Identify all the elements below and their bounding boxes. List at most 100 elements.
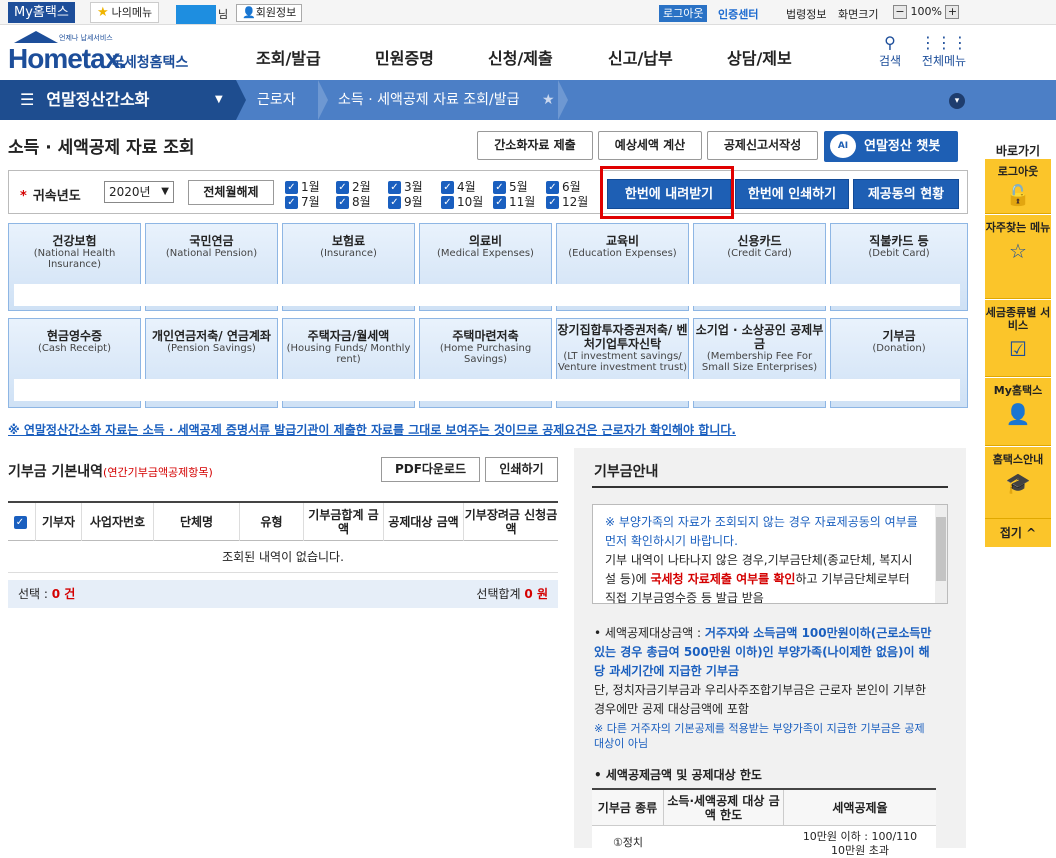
selected-count: 선택 : 0 건	[18, 587, 76, 601]
chatbot-label: 연말정산 챗봇	[864, 139, 941, 154]
logo-korean: 국세청홈택스	[111, 55, 189, 71]
gnb-consult[interactable]: 상담/제보	[727, 45, 792, 69]
grow1-type: ①정치	[612, 836, 644, 849]
year-select[interactable]: 2020년 ▼	[104, 181, 174, 203]
col-incentive-amount: 기부장려금 신청금액	[464, 508, 558, 536]
gcol-limit: 소득·세액공제 대상 금액 한도	[664, 790, 784, 826]
submit-simplified-data-button[interactable]: 간소화자료 제출	[477, 131, 593, 160]
checkbox-checked-icon: ✓	[388, 181, 401, 194]
pdf-download-button[interactable]: PDF다운로드	[381, 457, 480, 482]
selected-sum: 선택합계 0 원	[476, 587, 548, 601]
month-checkbox-3[interactable]: ✓ 3월	[388, 180, 423, 195]
selection-summary: 선택 : 0 건 선택합계 0 원	[8, 580, 558, 608]
chevron-down-icon: ▼	[161, 186, 169, 197]
guide-notice-2: 기부 내역이 나타나지 않은 경우,기부금단체(종교단체, 복지시설 등)에 국…	[605, 553, 913, 605]
checkbox-icon: ☑	[1009, 337, 1027, 361]
year-select-value: 2020년	[109, 185, 151, 199]
user-name-redacted	[176, 5, 216, 24]
checkbox-checked-icon: ✓	[388, 196, 401, 209]
checkbox-checked-icon: ✓	[285, 196, 298, 209]
guide-notice-1: ※ 부양가족의 자료가 조회되지 않는 경우 자료제공동의 여부를 먼저 확인하…	[605, 515, 918, 548]
user-suffix: 님	[218, 8, 229, 21]
search-button[interactable]: ⚲ 검색	[872, 34, 908, 69]
zoom-out-button[interactable]: −	[893, 5, 907, 19]
quick-fold-button[interactable]: 접기 ^	[985, 519, 1051, 547]
month-checkbox-11[interactable]: ✓ 11월	[493, 195, 535, 210]
zoom-value: 100%	[910, 5, 942, 18]
guide-scrollbar[interactable]	[935, 505, 947, 603]
checkbox-checked-icon: ✓	[336, 181, 349, 194]
guide-info-exception: 단, 정치자금기부금과 우리사주조합기부금은 근로자 본인이 기부한 경우에만 …	[594, 683, 927, 716]
logout-button[interactable]: 로그아웃	[659, 5, 708, 22]
gcol-rate: 세액공제율	[784, 790, 936, 826]
month-checkbox-10[interactable]: ✓ 10월	[441, 195, 483, 210]
breadcrumb-current[interactable]: 소득 · 세액공제 자료 조회/발급	[338, 80, 520, 120]
highlight-box	[600, 166, 734, 219]
month-checkbox-1[interactable]: ✓ 1월	[285, 180, 320, 195]
favorite-star-icon[interactable]: ★	[542, 80, 555, 120]
breadcrumb-worker[interactable]: 근로자	[257, 80, 296, 120]
my-menu-link[interactable]: ★ 나의메뉴	[90, 2, 160, 23]
gnb-apply[interactable]: 신청/제출	[488, 45, 553, 69]
guide-title: 기부금안내	[594, 464, 659, 480]
month-checkbox-4[interactable]: ✓ 4월	[441, 180, 476, 195]
donation-section-subtitle: (연간기부금액공제항목)	[103, 466, 213, 479]
nav-current-menu[interactable]: ☰ 연말정산간소화 ▼	[0, 80, 236, 120]
unlock-icon: 🔓	[1005, 183, 1031, 207]
logo-tagline: 언제나 납세서비스	[59, 34, 113, 42]
quick-hometax-guide[interactable]: 홈택스안내 🎓	[985, 447, 1051, 519]
logo-wordmark: Hometax.	[8, 43, 127, 74]
zoom-in-button[interactable]: +	[945, 5, 960, 19]
col-donor: 기부자	[36, 503, 82, 541]
chatbot-button[interactable]: AI 연말정산 챗봇	[824, 131, 958, 162]
quick-frequent-menu[interactable]: 자주찾는 메뉴 ☆	[985, 215, 1051, 299]
month-checkbox-8[interactable]: ✓ 8월	[336, 195, 371, 210]
quick-my-hometax[interactable]: My홈택스 👤	[985, 378, 1051, 446]
gnb-inquiry[interactable]: 조회/발급	[256, 45, 321, 69]
month-checkbox-7[interactable]: ✓ 7월	[285, 195, 320, 210]
hometax-logo[interactable]: 언제나 납세서비스 Hometax. 국세청홈택스	[8, 31, 193, 75]
scrollbar-thumb[interactable]	[936, 517, 946, 581]
select-all-checkbox[interactable]: ✓	[8, 503, 36, 541]
all-menu-button[interactable]: ⋮⋮⋮ 전체메뉴	[918, 34, 970, 69]
month-checkbox-5[interactable]: ✓ 5월	[493, 180, 528, 195]
law-info-link[interactable]: 법령정보	[786, 6, 826, 22]
nav-separator	[318, 80, 328, 120]
checkbox-checked-icon: ✓	[285, 181, 298, 194]
disclaimer-notice[interactable]: ※ 연말정산간소화 자료는 소득 · 세액공제 증명서류 발급기관이 제출한 자…	[8, 421, 736, 438]
donation-guide-panel: 기부금안내 ※ 부양가족의 자료가 조회되지 않는 경우 자료제공동의 여부를 …	[574, 448, 966, 857]
month-checkbox-12[interactable]: ✓ 12월	[546, 195, 588, 210]
gnb-report[interactable]: 신고/납부	[608, 45, 673, 69]
my-menu-label: 나의메뉴	[111, 6, 153, 19]
quick-tax-service[interactable]: 세금종류별 서비스 ☑	[985, 300, 1051, 377]
quick-menu: 바로가기 로그아웃 🔓 자주찾는 메뉴 ☆ 세금종류별 서비스 ☑ My홈택스 👤 홈택…	[985, 134, 1051, 549]
print-all-button[interactable]: 한번에 인쇄하기	[735, 179, 849, 209]
search-icon: ⚲	[884, 33, 896, 52]
guide-notice-box[interactable]: ※ 부양가족의 자료가 조회되지 않는 경우 자료제공동의 여부를 먼저 확인하…	[592, 504, 948, 605]
member-info-button[interactable]: 👤회원정보	[236, 4, 303, 22]
gnb-certificates[interactable]: 민원증명	[375, 45, 434, 69]
donation-section-title: 기부금 기본내역(연간기부금액공제항목)	[8, 464, 213, 480]
deselect-all-months-button[interactable]: 전체월해제	[188, 180, 274, 205]
guide-info-deductible: • 세액공제대상금액 : 거주자와 소득금액 100만원이하(근로소득만 있는 …	[594, 626, 932, 678]
print-button[interactable]: 인쇄하기	[485, 457, 558, 482]
screen-size-label: 화면크기	[838, 8, 879, 21]
month-checkbox-6[interactable]: ✓ 6월	[546, 180, 581, 195]
myhometax-link[interactable]: My홈택스	[8, 2, 75, 23]
quick-logout[interactable]: 로그아웃 🔓	[985, 159, 1051, 214]
page-title: 소득 · 세액공제 자료 조회	[8, 138, 195, 158]
provider-consent-status-button[interactable]: 제공동의 현황	[853, 179, 959, 209]
write-deduction-form-button[interactable]: 공제신고서작성	[707, 131, 818, 160]
col-organization: 단체명	[154, 503, 240, 541]
checkbox-checked-icon: ✓	[441, 181, 454, 194]
estimate-tax-button[interactable]: 예상세액 계산	[598, 131, 702, 160]
filter-bar: * 귀속년도 2020년 ▼ 전체월해제 ✓ 1월 ✓ 2월 ✓ 3월 ✓ 4월 ✓ 5월 ✓…	[8, 170, 968, 214]
category-row1-strip	[14, 284, 960, 306]
cert-center-link[interactable]: 인증센터	[718, 6, 758, 22]
checkbox-checked-icon: ✓	[13, 515, 27, 529]
guide-divider	[592, 486, 948, 488]
month-checkbox-9[interactable]: ✓ 9월	[388, 195, 423, 210]
month-checkbox-2[interactable]: ✓ 2월	[336, 180, 371, 195]
year-label: * 귀속년도	[20, 189, 81, 204]
nav-expand-icon[interactable]: ▾	[949, 93, 965, 109]
